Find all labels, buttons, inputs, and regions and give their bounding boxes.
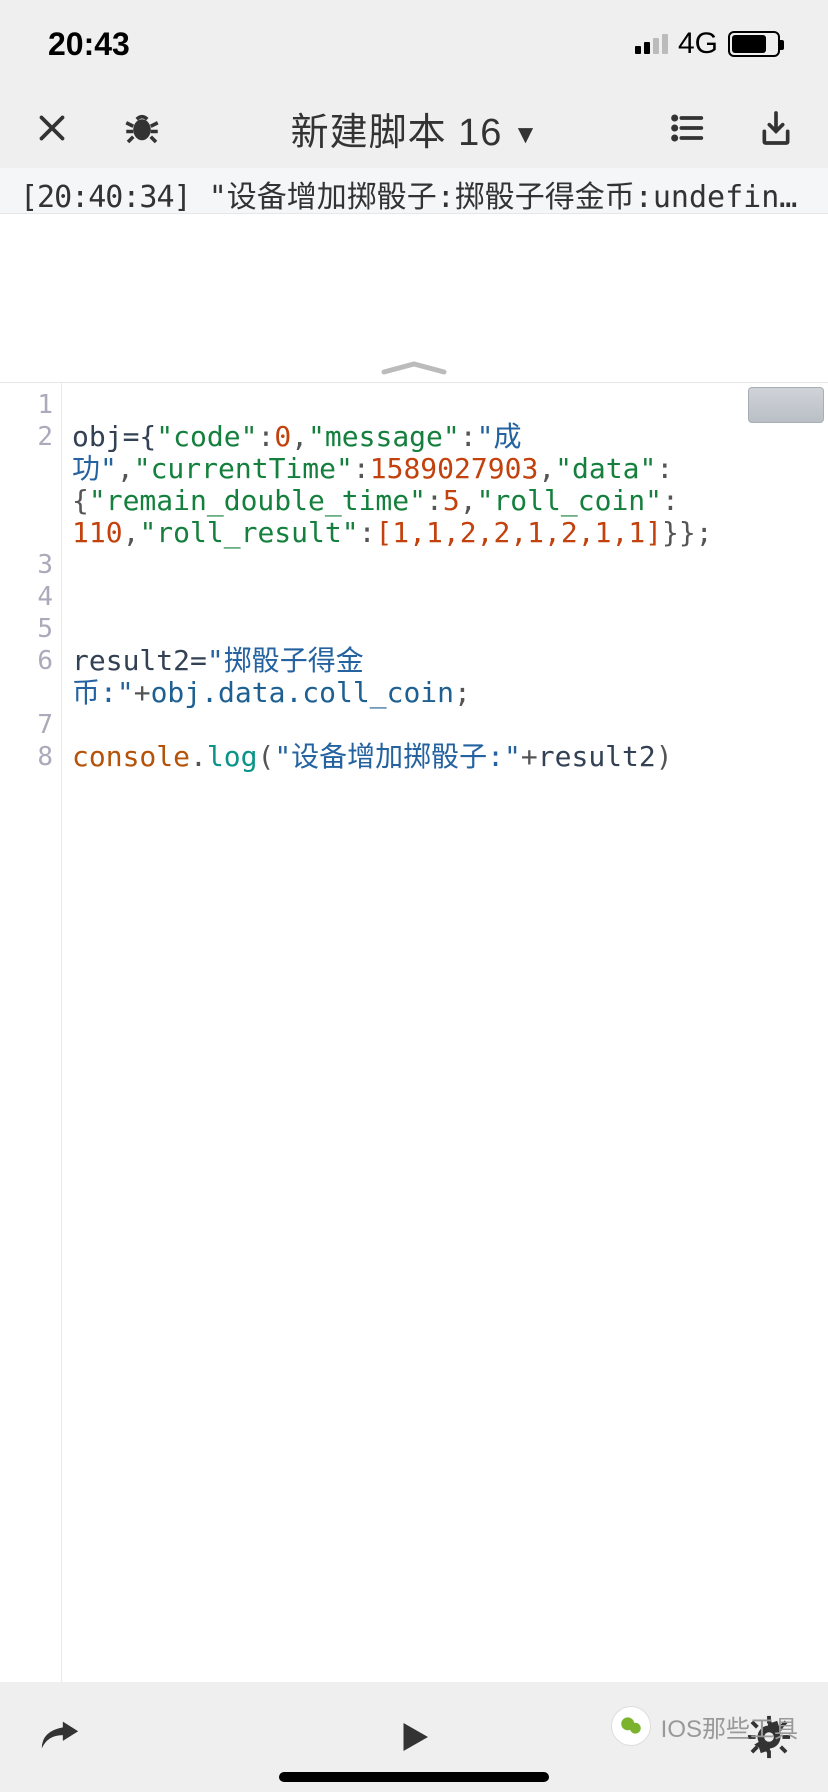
log-timestamp: [20:40:34] [20, 180, 191, 214]
code-line: obj={"code":0,"message":"成功","currentTim… [72, 421, 818, 549]
console-log-line[interactable]: [20:40:34] "设备增加掷骰子:掷骰子得金币:undefin… [0, 168, 828, 214]
code-line [72, 581, 818, 613]
line-number: 2 [0, 421, 61, 549]
code-content[interactable]: obj={"code":0,"message":"成功","currentTim… [62, 383, 828, 1682]
network-label: 4G [678, 27, 718, 61]
download-icon [756, 108, 796, 148]
minimap[interactable] [748, 387, 824, 423]
code-line: result2="掷骰子得金币:"+obj.data.coll_coin; [72, 645, 818, 709]
drag-handle[interactable] [374, 358, 454, 376]
line-number: 8 [0, 741, 61, 773]
debug-button[interactable] [118, 104, 166, 152]
app-toolbar: 新建脚本 16 ▼ [0, 88, 828, 168]
status-indicators: 4G [635, 27, 780, 61]
script-title: 新建脚本 16 [291, 112, 503, 154]
line-number: 4 [0, 581, 61, 613]
log-message: "设备增加掷骰子:掷骰子得金币:undefin… [209, 180, 798, 214]
status-bar: 20:43 4G [0, 0, 828, 88]
code-line: console.log("设备增加掷骰子:"+result2) [72, 741, 818, 773]
bug-icon [121, 107, 163, 149]
code-line [72, 549, 818, 581]
code-line [72, 389, 818, 421]
code-line [72, 613, 818, 645]
list-button[interactable] [664, 104, 712, 152]
share-button[interactable] [36, 1714, 82, 1760]
play-icon [393, 1716, 435, 1758]
share-icon [36, 1714, 82, 1760]
dropdown-icon: ▼ [504, 119, 539, 149]
download-button[interactable] [752, 104, 800, 152]
code-line [72, 709, 818, 741]
watermark-label: IOS那些工具 [661, 1709, 798, 1744]
line-number: 5 [0, 613, 61, 645]
signal-icon [635, 34, 668, 54]
line-gutter: 1 2 3 4 5 6 7 8 [0, 383, 62, 1682]
list-icon [668, 108, 708, 148]
home-indicator[interactable] [279, 1772, 549, 1782]
wechat-icon [611, 1706, 651, 1746]
run-button[interactable] [393, 1716, 435, 1758]
watermark: IOS那些工具 [611, 1706, 798, 1746]
close-button[interactable] [28, 104, 76, 152]
line-number: 7 [0, 709, 61, 741]
code-editor[interactable]: 1 2 3 4 5 6 7 8 obj={"code":0,"message":… [0, 382, 828, 1682]
line-number: 1 [0, 389, 61, 421]
collapsible-panel [0, 214, 828, 382]
close-icon [34, 110, 70, 146]
title-dropdown[interactable]: 新建脚本 16 ▼ [208, 101, 622, 156]
battery-icon [728, 31, 780, 57]
line-number: 6 [0, 645, 61, 709]
line-number: 3 [0, 549, 61, 581]
chevron-up-icon [374, 358, 454, 376]
status-time: 20:43 [48, 26, 130, 63]
